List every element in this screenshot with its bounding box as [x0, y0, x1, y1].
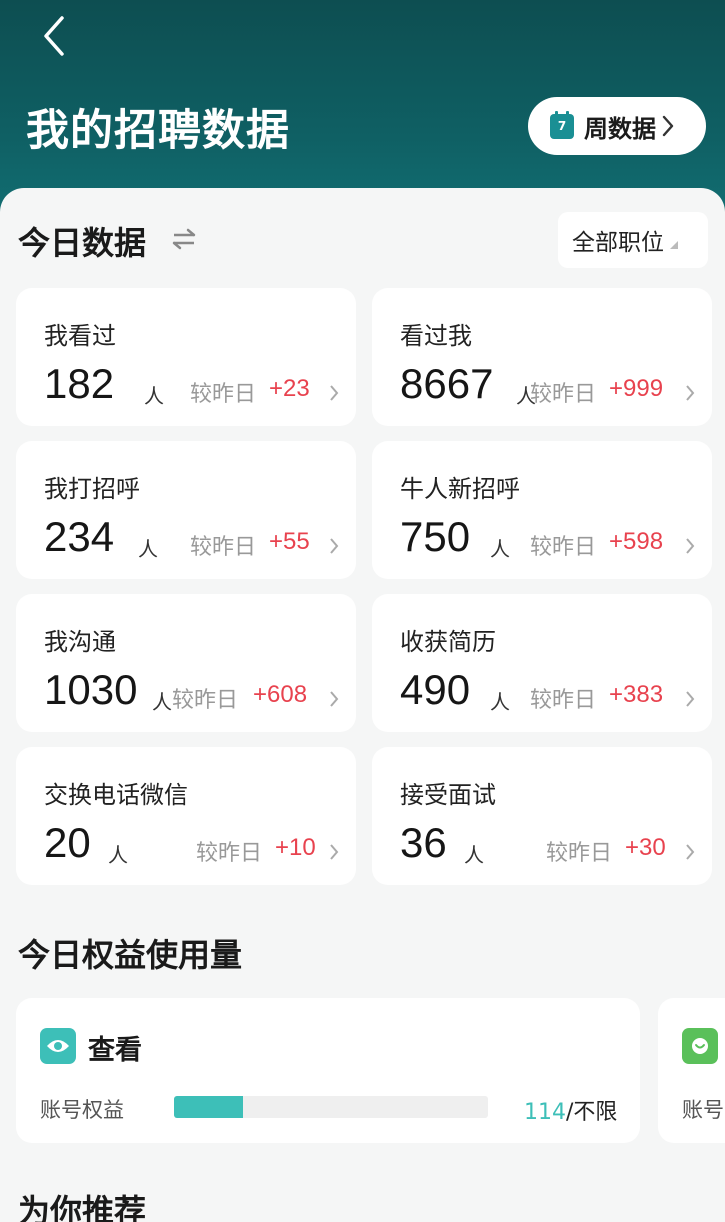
- stat-delta: +608: [253, 681, 308, 708]
- stat-delta: +10: [275, 834, 316, 861]
- quota-title: 查看: [88, 1035, 142, 1066]
- chevron-right-icon: [686, 691, 695, 707]
- compare-label: 较昨日: [196, 841, 263, 866]
- stat-card-new-greetings[interactable]: 牛人新招呼 750 人 较昨日 +598: [372, 441, 712, 579]
- eye-icon: [40, 1028, 76, 1064]
- recommend-section-title: 为你推荐: [18, 1192, 147, 1222]
- stat-unit: 人: [108, 843, 128, 867]
- caret-down-icon: [670, 241, 678, 249]
- stat-value: 234: [44, 513, 115, 560]
- stat-delta: +383: [609, 681, 664, 708]
- stat-label: 我看过: [44, 322, 116, 350]
- stat-card-communicated[interactable]: 我沟通 1030 人 较昨日 +608: [16, 594, 356, 732]
- chevron-right-icon: [330, 844, 339, 860]
- stat-unit: 人: [144, 384, 164, 408]
- quota-progress-fill: [174, 1096, 244, 1118]
- quota-card-view[interactable]: 查看 账号权益 114/不限: [16, 998, 640, 1143]
- stat-delta: +30: [625, 834, 666, 861]
- stat-card-resumes[interactable]: 收获简历 490 人 较昨日 +383: [372, 594, 712, 732]
- week-data-button[interactable]: 7 周数据: [528, 97, 706, 155]
- stat-label: 接受面试: [400, 781, 496, 809]
- stat-unit: 人: [464, 843, 484, 867]
- stat-delta: +55: [269, 528, 310, 555]
- chevron-left-icon: [44, 16, 64, 56]
- stat-label: 收获简历: [400, 628, 496, 656]
- today-data-title: 今日数据: [18, 224, 147, 262]
- stat-delta: +23: [269, 375, 310, 402]
- compare-label: 较昨日: [530, 688, 597, 713]
- stat-unit: 人: [138, 537, 158, 561]
- stat-label: 看过我: [400, 322, 472, 350]
- stat-value: 8667: [400, 360, 494, 407]
- stat-value: 20: [44, 819, 91, 866]
- chat-icon: [682, 1028, 718, 1064]
- quota-used: 114: [524, 1100, 566, 1125]
- chevron-right-icon: [330, 385, 339, 401]
- stat-label: 我打招呼: [44, 475, 140, 503]
- compare-label: 较昨日: [172, 688, 239, 713]
- stat-value: 182: [44, 360, 115, 407]
- position-filter[interactable]: 全部职位: [558, 212, 708, 268]
- stat-card-greeted[interactable]: 我打招呼 234 人 较昨日 +55: [16, 441, 356, 579]
- compare-label: 较昨日: [190, 535, 257, 560]
- chevron-right-icon: [662, 115, 674, 137]
- page-title: 我的招聘数据: [26, 106, 290, 156]
- stat-label: 牛人新招呼: [400, 475, 520, 503]
- stat-card-exchanged-contact[interactable]: 交换电话微信 20 人 较昨日 +10: [16, 747, 356, 885]
- swap-icon[interactable]: [172, 228, 196, 250]
- stat-unit: 人: [152, 690, 172, 714]
- stat-value: 490: [400, 666, 471, 713]
- stat-delta: +999: [609, 375, 664, 402]
- quota-label: 账号: [682, 1098, 724, 1122]
- stat-card-viewed-me[interactable]: 看过我 8667 人 较昨日 +999: [372, 288, 712, 426]
- chevron-right-icon: [330, 691, 339, 707]
- quota-limit: /不限: [566, 1100, 618, 1125]
- chevron-right-icon: [686, 538, 695, 554]
- stat-label: 我沟通: [44, 628, 116, 656]
- compare-label: 较昨日: [190, 382, 257, 407]
- quota-card-chat[interactable]: 账号: [658, 998, 725, 1143]
- compare-label: 较昨日: [530, 535, 597, 560]
- calendar-icon: 7: [550, 110, 574, 139]
- compare-label: 较昨日: [546, 841, 613, 866]
- stat-value: 1030: [44, 666, 138, 713]
- position-filter-label: 全部职位: [572, 230, 664, 256]
- stat-delta: +598: [609, 528, 664, 555]
- stat-card-interviews[interactable]: 接受面试 36 人 较昨日 +30: [372, 747, 712, 885]
- stat-unit: 人: [490, 690, 510, 714]
- back-button[interactable]: [34, 14, 74, 58]
- stat-card-viewed[interactable]: 我看过 182 人 较昨日 +23: [16, 288, 356, 426]
- chevron-right-icon: [686, 844, 695, 860]
- chevron-right-icon: [686, 385, 695, 401]
- quota-count: 114/不限: [524, 1094, 617, 1126]
- quota-section-title: 今日权益使用量: [18, 936, 243, 974]
- chevron-right-icon: [330, 538, 339, 554]
- stat-value: 750: [400, 513, 471, 560]
- quota-label: 账号权益: [40, 1098, 124, 1122]
- stat-unit: 人: [490, 537, 510, 561]
- quota-progress-bar: [174, 1096, 488, 1118]
- stat-label: 交换电话微信: [44, 781, 188, 809]
- compare-label: 较昨日: [530, 382, 597, 407]
- week-data-label: 周数据: [584, 114, 656, 143]
- stat-value: 36: [400, 819, 447, 866]
